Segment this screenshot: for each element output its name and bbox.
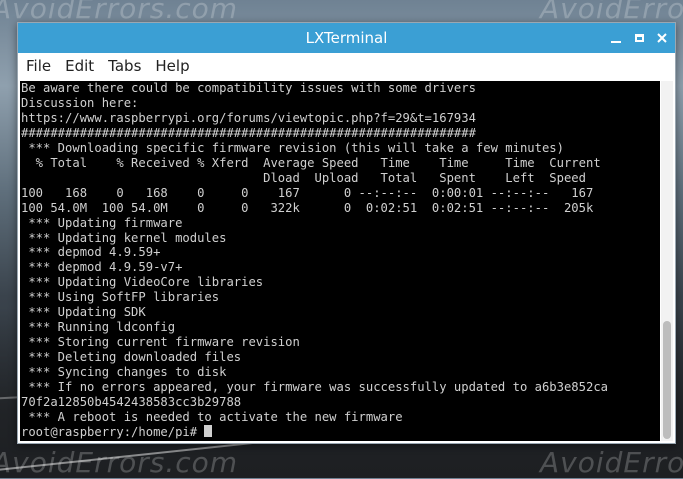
window-title: LXTerminal [305,29,388,47]
terminal-line: *** Running ldconfig [21,320,176,335]
menu-bar: File Edit Tabs Help [18,53,675,80]
maximize-button[interactable] [628,23,650,53]
window-titlebar[interactable]: LXTerminal [18,23,675,53]
terminal-line: 70f2a12850b4542438583cc3b29788 [21,395,242,410]
minimize-icon [611,41,621,43]
menu-tabs[interactable]: Tabs [101,53,148,80]
terminal-line: Be aware there could be compatibility is… [21,81,476,95]
terminal-line: https://www.raspberrypi.org/forums/viewt… [21,110,476,125]
terminal-line: 100 168 0 168 0 0 167 0 --:--:-- 0:00:01… [21,185,594,200]
menu-help[interactable]: Help [148,53,196,80]
terminal-line: *** depmod 4.9.59-v7+ [21,260,183,275]
terminal-line: *** Storing current firmware revision [21,335,300,350]
shell-prompt: root@raspberry:/home/pi# [21,424,205,439]
close-icon [657,33,667,43]
maximize-icon [634,34,644,42]
terminal-line: 100 54.0M 100 54.0M 0 0 322k 0 0:02:51 0… [21,200,594,215]
terminal-line: *** Syncing changes to disk [21,365,227,380]
close-button[interactable] [651,23,673,53]
terminal-line: *** Downloading specific firmware revisi… [21,140,564,155]
minimize-button[interactable] [605,23,627,53]
terminal-line: *** A reboot is needed to activate the n… [21,409,403,424]
menu-file[interactable]: File [18,53,58,80]
terminal-line: Dload Upload Total Spent Left Speed [21,170,586,185]
terminal-line: *** If no errors appeared, your firmware… [21,380,608,395]
terminal-line: ########################################… [21,125,476,140]
terminal-window: LXTerminal File Edit Tabs Help Be aware … [17,22,676,444]
terminal-line: *** depmod 4.9.59+ [21,245,161,260]
terminal-line: *** Updating firmware [21,215,183,230]
text-cursor [204,424,213,437]
terminal-line: Discussion here: [21,95,139,110]
terminal-text: Be aware there could be compatibility is… [20,81,660,440]
menu-edit[interactable]: Edit [58,53,101,80]
terminal-line: *** Updating kernel modules [21,230,227,245]
terminal-line: *** Updating SDK [21,305,146,320]
scrollbar-thumb[interactable] [663,321,671,439]
terminal-line: *** Using SoftFP libraries [21,290,220,305]
terminal-line: *** Deleting downloaded files [21,350,242,365]
terminal-line: *** Updating VideoCore libraries [21,275,264,290]
terminal-line: % Total % Received % Xferd Average Speed… [21,155,601,170]
vertical-scrollbar[interactable] [661,81,673,441]
terminal-output[interactable]: Be aware there could be compatibility is… [20,81,660,441]
